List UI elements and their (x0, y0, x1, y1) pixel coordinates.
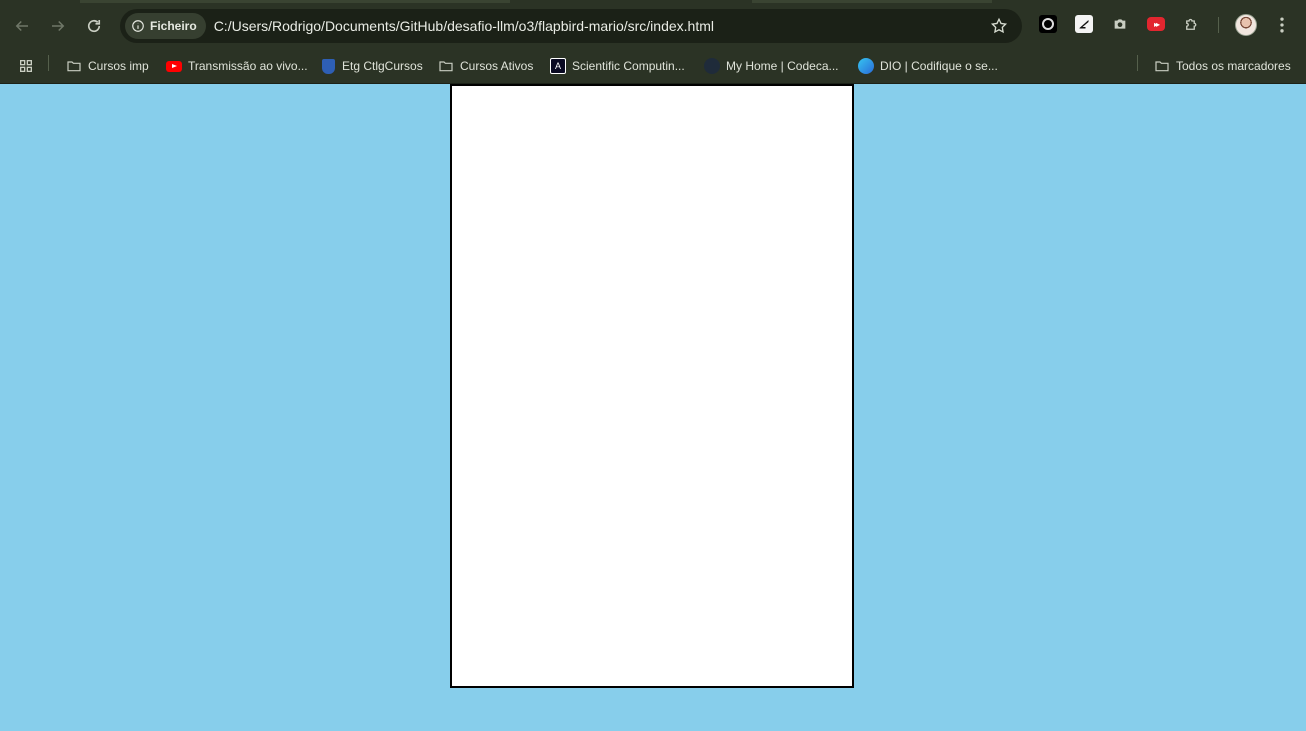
all-bookmarks-button[interactable]: Todos os marcadores (1154, 54, 1291, 78)
browser-toolbar: Ficheiro C:/Users/Rodrigo/Documents/GitH… (0, 0, 1306, 48)
puzzle-icon[interactable] (1183, 15, 1201, 33)
folder-icon (438, 58, 454, 74)
bookmark-etg[interactable]: Etg CtlgCursos (320, 54, 423, 78)
bookmark-dio[interactable]: DIO | Codifique o se... (858, 54, 998, 78)
red-extension-icon[interactable] (1147, 17, 1165, 31)
back-icon (15, 20, 28, 32)
site-info-label: Ficheiro (150, 19, 197, 33)
site-info-chip[interactable]: Ficheiro (125, 13, 206, 39)
bookmark-label: Cursos imp (88, 59, 149, 73)
bookmark-scientific[interactable]: A Scientific Computin... (550, 54, 685, 78)
bookmark-label: My Home | Codeca... (726, 59, 839, 73)
bookmark-codecademy[interactable]: My Home | Codeca... (704, 54, 839, 78)
toolbar-divider (1218, 17, 1219, 33)
menu-dots-icon[interactable] (1272, 15, 1292, 35)
folder-icon (1154, 58, 1170, 74)
forward-button[interactable] (40, 8, 76, 44)
extension-white-icon[interactable] (1075, 15, 1093, 33)
forward-icon (52, 20, 65, 32)
page-viewport (0, 84, 1306, 731)
bookmark-cursos-ativos[interactable]: Cursos Ativos (438, 54, 533, 78)
bookmarks-divider (1137, 55, 1138, 71)
info-icon (132, 20, 144, 32)
all-bookmarks-label: Todos os marcadores (1176, 59, 1291, 73)
freecodecamp-icon: A (550, 58, 566, 74)
bookmark-label: Transmissão ao vivo... (188, 59, 308, 73)
bookmark-label: DIO | Codifique o se... (880, 59, 998, 73)
address-bar[interactable]: Ficheiro C:/Users/Rodrigo/Documents/GitH… (120, 9, 1022, 43)
apps-grid-icon (18, 58, 34, 74)
bookmarks-bar: Cursos imp Transmissão ao vivo... Etg Ct… (0, 48, 1306, 84)
bookmark-label: Etg CtlgCursos (342, 59, 423, 73)
bookmark-label: Scientific Computin... (572, 59, 685, 73)
apps-button[interactable] (18, 54, 34, 78)
url-text[interactable]: C:/Users/Rodrigo/Documents/GitHub/desafi… (214, 18, 714, 34)
folder-icon (66, 58, 82, 74)
reload-icon (87, 19, 101, 33)
extension-black-icon[interactable] (1039, 15, 1057, 33)
camera-icon[interactable] (1111, 15, 1129, 33)
bookmark-transmissao[interactable]: Transmissão ao vivo... (166, 54, 308, 78)
reload-button[interactable] (76, 8, 112, 44)
etg-icon (320, 58, 336, 74)
bookmark-label: Cursos Ativos (460, 59, 534, 73)
back-button[interactable] (4, 8, 40, 44)
avatar[interactable] (1235, 14, 1257, 36)
game-canvas[interactable] (450, 84, 854, 688)
tab-strip-edge (752, 0, 992, 3)
codecademy-icon (704, 58, 720, 74)
dio-icon (858, 58, 874, 74)
bookmarks-divider (48, 55, 49, 71)
star-icon[interactable] (990, 17, 1008, 35)
tab-strip-edge (80, 0, 510, 3)
bookmark-cursos-imp[interactable]: Cursos imp (66, 54, 149, 78)
youtube-icon (166, 58, 182, 74)
